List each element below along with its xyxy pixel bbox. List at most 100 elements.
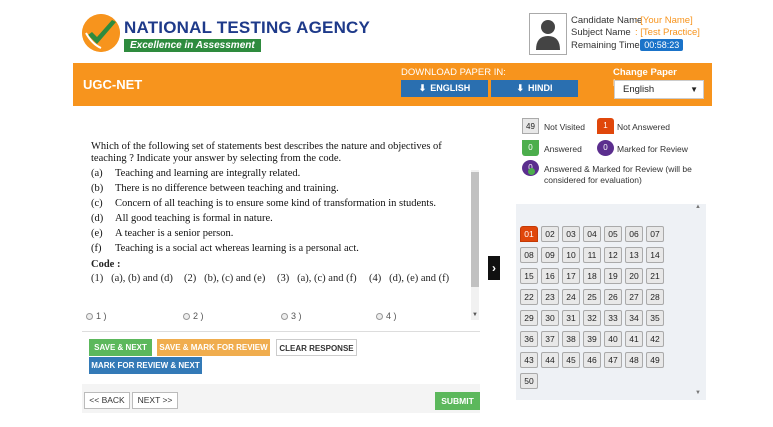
palette-question-21[interactable]: 21 [646, 268, 664, 284]
subject-name-value: : [Test Practice] [635, 27, 700, 38]
palette-question-17[interactable]: 17 [562, 268, 580, 284]
remaining-time-value: 00:58:23 [640, 39, 684, 51]
user-avatar-icon [529, 13, 567, 55]
mark-review-next-button[interactable]: MARK FOR REVIEW & NEXT [89, 357, 202, 374]
palette-question-02[interactable]: 02 [541, 226, 559, 242]
remaining-time-label: Remaining Time [571, 40, 640, 51]
palette-question-18[interactable]: 18 [583, 268, 601, 284]
palette-question-49[interactable]: 49 [646, 352, 664, 368]
answer-option-2[interactable]: 2 ) [183, 311, 204, 321]
language-select[interactable]: English ▼ [614, 80, 704, 99]
code-label: Code : [91, 259, 121, 270]
scroll-down-icon[interactable]: ▼ [695, 390, 701, 396]
scroll-down-icon[interactable]: ▼ [472, 312, 478, 318]
answer-option-label: 3 ) [291, 311, 302, 321]
palette-question-33[interactable]: 33 [604, 310, 622, 326]
palette-question-31[interactable]: 31 [562, 310, 580, 326]
palette-question-37[interactable]: 37 [541, 331, 559, 347]
scrollbar-thumb[interactable] [471, 172, 479, 287]
palette-question-15[interactable]: 15 [520, 268, 538, 284]
nta-logo-icon [82, 14, 120, 52]
save-mark-review-button[interactable]: SAVE & MARK FOR REVIEW [157, 339, 270, 356]
statement-key: (a) [91, 168, 103, 179]
palette-question-24[interactable]: 24 [562, 289, 580, 305]
palette-question-32[interactable]: 32 [583, 310, 601, 326]
palette-question-01[interactable]: 01 [520, 226, 538, 242]
statement-text: There is no difference between teaching … [115, 183, 339, 194]
code-text: (a), (c) and (f) [297, 273, 357, 284]
palette-question-44[interactable]: 44 [541, 352, 559, 368]
palette-question-23[interactable]: 23 [541, 289, 559, 305]
statement-d: (d) All good teaching is formal in nature… [91, 213, 273, 224]
answered-label: Answered [544, 144, 582, 154]
back-button[interactable]: << BACK [84, 392, 130, 409]
palette-question-47[interactable]: 47 [604, 352, 622, 368]
agency-tagline: Excellence in Assessment [124, 39, 261, 52]
palette-question-48[interactable]: 48 [625, 352, 643, 368]
statement-b: (b) There is no difference between teachi… [91, 183, 339, 194]
palette-question-28[interactable]: 28 [646, 289, 664, 305]
palette-question-27[interactable]: 27 [625, 289, 643, 305]
palette-question-43[interactable]: 43 [520, 352, 538, 368]
download-icon: ⬇ [418, 83, 427, 93]
palette-question-12[interactable]: 12 [604, 247, 622, 263]
palette-question-46[interactable]: 46 [583, 352, 601, 368]
statement-text: Concern of all teaching is to ensure som… [115, 198, 437, 209]
answer-option-3[interactable]: 3 ) [281, 311, 302, 321]
save-next-button[interactable]: SAVE & NEXT [89, 339, 152, 356]
answer-option-1[interactable]: 1 ) [86, 311, 107, 321]
palette-question-38[interactable]: 38 [562, 331, 580, 347]
radio-icon[interactable] [376, 313, 383, 320]
palette-question-10[interactable]: 10 [562, 247, 580, 263]
not-answered-badge: 1 [597, 118, 614, 134]
palette-question-14[interactable]: 14 [646, 247, 664, 263]
palette-question-04[interactable]: 04 [583, 226, 601, 242]
palette-question-05[interactable]: 05 [604, 226, 622, 242]
radio-icon[interactable] [281, 313, 288, 320]
statement-key: (f) [91, 243, 102, 254]
answer-option-4[interactable]: 4 ) [376, 311, 397, 321]
palette-question-07[interactable]: 07 [646, 226, 664, 242]
palette-question-20[interactable]: 20 [625, 268, 643, 284]
palette-question-03[interactable]: 03 [562, 226, 580, 242]
palette-question-06[interactable]: 06 [625, 226, 643, 242]
palette-question-45[interactable]: 45 [562, 352, 580, 368]
palette-question-36[interactable]: 36 [520, 331, 538, 347]
palette-question-50[interactable]: 50 [520, 373, 538, 389]
download-english-button[interactable]: ⬇ ENGLISH [401, 80, 488, 97]
palette-question-35[interactable]: 35 [646, 310, 664, 326]
code-option-4: (4) (d), (e) and (f) [369, 273, 449, 284]
palette-question-42[interactable]: 42 [646, 331, 664, 347]
palette-question-13[interactable]: 13 [625, 247, 643, 263]
time-separator: : [635, 40, 638, 51]
palette-question-39[interactable]: 39 [583, 331, 601, 347]
code-text: (b), (c) and (e) [204, 273, 266, 284]
palette-question-08[interactable]: 08 [520, 247, 538, 263]
radio-icon[interactable] [183, 313, 190, 320]
radio-icon[interactable] [86, 313, 93, 320]
palette-question-19[interactable]: 19 [604, 268, 622, 284]
palette-question-22[interactable]: 22 [520, 289, 538, 305]
palette-question-09[interactable]: 09 [541, 247, 559, 263]
palette-question-16[interactable]: 16 [541, 268, 559, 284]
clear-response-button[interactable]: CLEAR RESPONSE [276, 339, 357, 356]
palette-question-34[interactable]: 34 [625, 310, 643, 326]
submit-button[interactable]: SUBMIT [435, 392, 480, 410]
palette-question-41[interactable]: 41 [625, 331, 643, 347]
answered-badge: 0 [522, 140, 539, 156]
palette-question-29[interactable]: 29 [520, 310, 538, 326]
download-paper-label: DOWNLOAD PAPER IN: [401, 67, 506, 78]
statement-key: (c) [91, 198, 103, 209]
palette-question-25[interactable]: 25 [583, 289, 601, 305]
download-hindi-button[interactable]: ⬇ HINDI [491, 80, 578, 97]
statement-text: All good teaching is formal in nature. [115, 213, 273, 224]
scroll-up-icon[interactable]: ▲ [695, 204, 701, 210]
next-button[interactable]: NEXT >> [132, 392, 178, 409]
palette-question-30[interactable]: 30 [541, 310, 559, 326]
palette-question-11[interactable]: 11 [583, 247, 601, 263]
palette-question-40[interactable]: 40 [604, 331, 622, 347]
chevron-right-icon[interactable]: › [488, 256, 500, 280]
code-text: (d), (e) and (f) [389, 273, 450, 284]
question-scrollbar[interactable]: ▼ [471, 170, 479, 320]
palette-question-26[interactable]: 26 [604, 289, 622, 305]
